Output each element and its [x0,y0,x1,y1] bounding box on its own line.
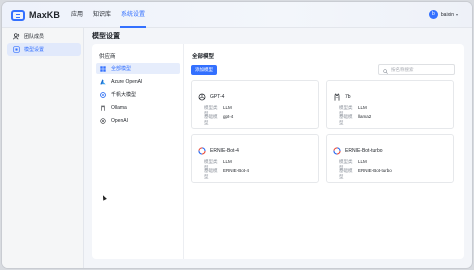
card-header: ERNIE-Bot-turbo [333,142,383,160]
base-model-row: 基础模型 llama2 [339,114,371,126]
qianfan-icon [333,142,341,160]
openai-icon [198,88,206,106]
card-header: 7b [333,88,351,106]
base-model-row: 基础模型 ERNIE-Bot-turbo [339,168,392,180]
provider-item-ollama[interactable]: Ollama [96,102,180,113]
provider-label: Azure OpenAI [111,78,143,85]
ollama-icon [100,104,106,111]
search-icon [383,61,388,79]
qianfan-icon [100,91,106,98]
model-card-ernie-bot-4[interactable]: ERNIE-Bot-4 模型类型 LLM 基础模型 ERNIE-Bot-4 [191,134,319,183]
sidebar-item-label: 模型设置 [24,47,45,53]
ollama-icon [333,88,341,106]
app-name: MaxKB [29,10,61,20]
search-box[interactable] [378,64,455,75]
provider-label: OpenAI [111,117,128,124]
nav-item-apps[interactable]: 应用 [66,2,88,28]
model-name: GPT-4 [210,94,225,100]
avatar[interactable]: b [428,10,438,19]
user-menu[interactable]: b baixin ▾ [428,10,458,19]
app-window: MaxKB 应用 知识库 系统设置 b baixin ▾ 团队成员 模型设置 模… [2,2,472,268]
provider-label: Ollama [111,104,127,111]
add-model-button[interactable]: 添加模型 [191,65,217,75]
models-header: 全部模型 [192,54,215,60]
top-nav-bar: MaxKB 应用 知识库 系统设置 b baixin ▾ [2,2,472,28]
base-model-value: ERNIE-Bot-4 [223,168,250,173]
provider-item-openai[interactable]: OpenAI [96,115,180,126]
card-header: ERNIE-Bot-4 [198,142,239,160]
model-icon [13,46,20,53]
provider-item-azure[interactable]: Azure OpenAI [96,76,180,87]
provider-label: 全部模型 [111,66,132,72]
username[interactable]: baixin [441,12,454,18]
search-input[interactable] [391,67,451,72]
base-model-label: 基础模型 [339,114,353,125]
page-title: 模型设置 [92,33,120,40]
card-header: GPT-4 [198,88,224,106]
nav-item-knowledge[interactable]: 知识库 [88,2,116,28]
settings-sidebar: 团队成员 模型设置 [2,28,84,268]
model-card-7b[interactable]: 7b 模型类型 LLM 基础模型 llama2 [326,80,454,129]
base-model-label: 基础模型 [204,168,218,179]
base-model-row: 基础模型 gpt-4 [204,114,233,126]
chevron-down-icon[interactable]: ▾ [456,12,458,17]
logo[interactable]: MaxKB [11,9,60,21]
sidebar-item-models[interactable]: 模型设置 [7,43,81,56]
base-model-label: 基础模型 [339,168,353,179]
model-card-ernie-bot-turbo[interactable]: ERNIE-Bot-turbo 模型类型 LLM 基础模型 ERNIE-Bot-… [326,134,454,183]
provider-label: 千帆大模型 [111,92,137,98]
team-icon [13,33,20,40]
model-name: ERNIE-Bot-turbo [345,148,383,154]
main-nav: 应用 知识库 系统设置 [66,2,150,28]
qianfan-icon [198,142,206,160]
grid-icon [100,65,106,72]
base-model-row: 基础模型 ERNIE-Bot-4 [204,168,249,180]
sidebar-item-label: 团队成员 [24,34,45,40]
provider-item-all[interactable]: 全部模型 [96,63,180,74]
openai-icon [100,117,106,124]
base-model-value: llama2 [358,114,372,119]
model-settings-panel: 供应商 全部模型 Azure OpenAI 千帆大模型 Ollama OpenA… [92,44,464,259]
logo-icon [11,9,25,21]
model-name: ERNIE-Bot-4 [210,148,239,154]
base-model-label: 基础模型 [204,114,218,125]
nav-item-settings[interactable]: 系统设置 [116,2,150,28]
base-model-value: ERNIE-Bot-turbo [358,168,392,173]
sidebar-item-team[interactable]: 团队成员 [7,30,81,43]
provider-item-qianfan[interactable]: 千帆大模型 [96,89,180,100]
provider-list: 供应商 全部模型 Azure OpenAI 千帆大模型 Ollama OpenA… [92,44,184,259]
base-model-value: gpt-4 [223,114,234,119]
model-card-gpt4[interactable]: GPT-4 模型类型 LLM 基础模型 gpt-4 [191,80,319,129]
provider-header: 供应商 [99,54,116,60]
model-name: 7b [345,94,351,100]
azure-icon [100,78,106,85]
